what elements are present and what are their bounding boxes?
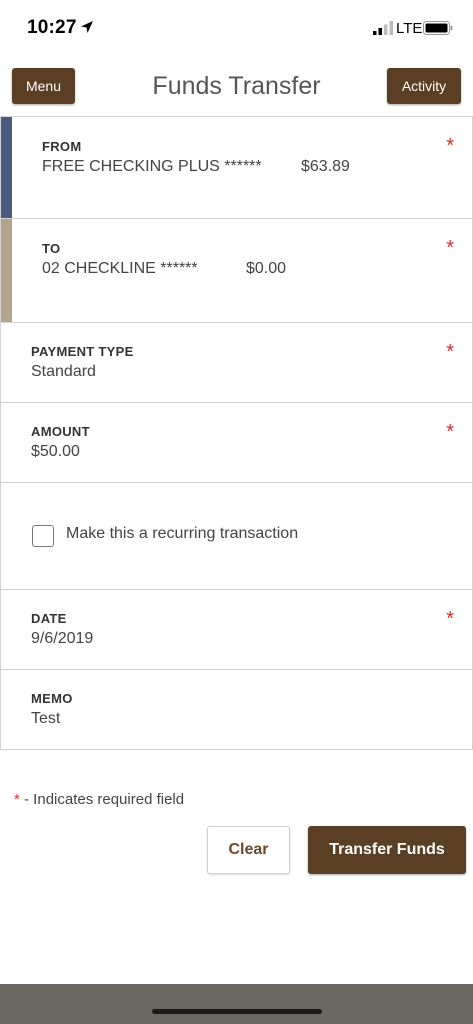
memo-value: Test	[31, 710, 61, 727]
payment-type-field[interactable]: PAYMENT TYPE Standard *	[0, 323, 473, 403]
recurring-checkbox[interactable]	[32, 525, 54, 547]
memo-field[interactable]: MEMO Test	[0, 670, 473, 750]
to-account-field[interactable]: TO 02 CHECKLINE ****** $0.00 *	[0, 219, 473, 323]
from-account-field[interactable]: FROM FREE CHECKING PLUS ****** $63.89 *	[0, 116, 473, 219]
required-marker: *	[446, 237, 454, 259]
recurring-label[interactable]: Make this a recurring transaction	[66, 525, 298, 543]
required-marker: *	[446, 341, 454, 363]
date-value: 9/6/2019	[31, 630, 94, 647]
recurring-field: Make this a recurring transaction	[0, 483, 473, 590]
transfer-form: FROM FREE CHECKING PLUS ****** $63.89 * …	[0, 116, 473, 750]
amount-label: AMOUNT	[31, 424, 90, 439]
date-field[interactable]: DATE 9/6/2019 *	[0, 590, 473, 670]
signal-strength-icon	[373, 21, 393, 35]
date-label: DATE	[31, 611, 67, 626]
required-note: * - Indicates required field	[14, 791, 184, 808]
activity-button[interactable]: Activity	[387, 68, 461, 104]
memo-label: MEMO	[31, 691, 73, 706]
clear-button[interactable]: Clear	[207, 826, 290, 874]
required-note-marker: *	[14, 791, 20, 808]
payment-type-label: PAYMENT TYPE	[31, 344, 134, 359]
transfer-funds-button[interactable]: Transfer Funds	[308, 826, 466, 874]
amount-value: $50.00	[31, 443, 80, 460]
to-account-balance: $0.00	[246, 260, 287, 277]
location-arrow-icon	[81, 21, 93, 33]
from-accent-bar	[1, 117, 12, 218]
battery-icon	[423, 21, 453, 35]
network-type: LTE	[396, 20, 423, 37]
required-marker: *	[446, 608, 454, 630]
required-marker: *	[446, 421, 454, 443]
home-indicator[interactable]	[152, 1009, 322, 1014]
bottom-bar	[0, 984, 473, 1024]
to-account-name: 02 CHECKLINE ******	[42, 260, 198, 277]
payment-type-value: Standard	[31, 363, 96, 380]
required-marker: *	[446, 135, 454, 157]
to-label: TO	[42, 241, 61, 256]
from-account-balance: $63.89	[301, 158, 350, 175]
from-label: FROM	[42, 139, 82, 154]
from-account-name: FREE CHECKING PLUS ******	[42, 158, 262, 175]
status-bar: 10:27 LTE	[0, 0, 473, 56]
status-time: 10:27	[27, 17, 77, 38]
app-header: Menu Funds Transfer Activity	[0, 60, 473, 116]
amount-field[interactable]: AMOUNT $50.00 *	[0, 403, 473, 483]
required-note-text: - Indicates required field	[24, 791, 185, 808]
to-accent-bar	[1, 219, 12, 322]
